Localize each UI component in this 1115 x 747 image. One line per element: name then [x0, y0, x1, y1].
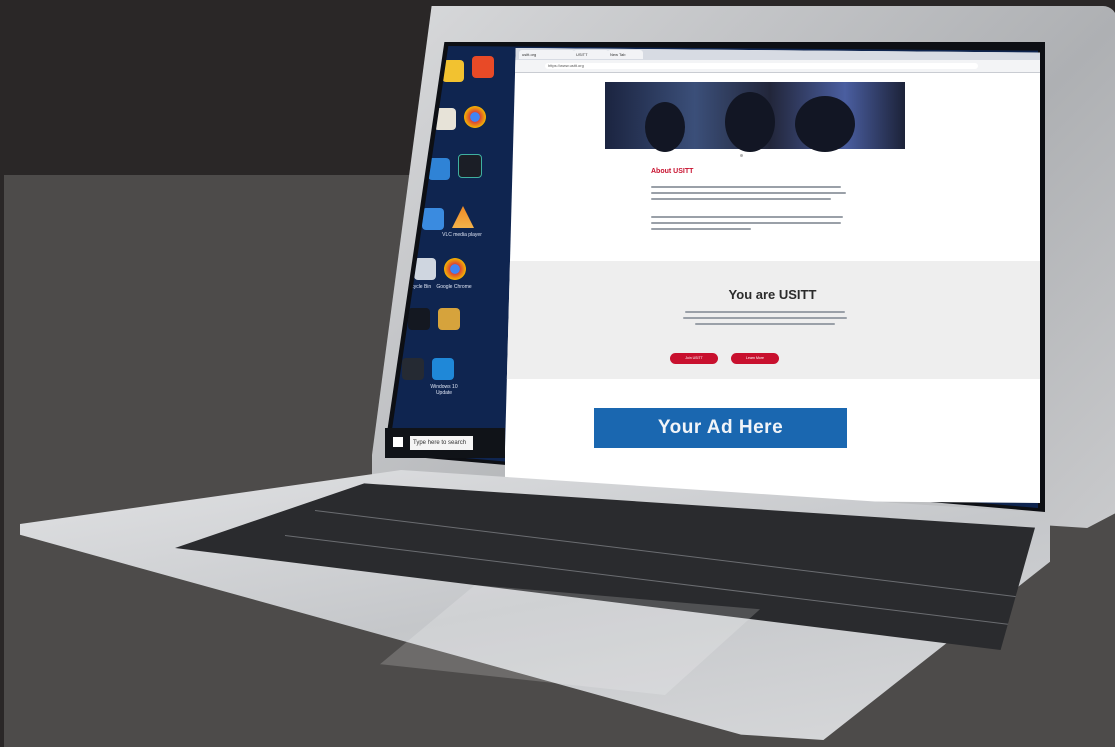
- hero-figure: [645, 102, 685, 152]
- paragraph-line: [651, 222, 841, 224]
- section-title: You are USITT: [728, 287, 817, 302]
- recycle-bin-icon[interactable]: [414, 258, 436, 280]
- hero-figure: [725, 92, 775, 152]
- desktop-app-icon[interactable]: [472, 56, 494, 78]
- hero-image: [605, 82, 905, 152]
- desktop-icon-label: Windows 10 Update: [430, 384, 458, 396]
- browser-tab[interactable]: usitt.org: [519, 50, 575, 59]
- paragraph-line: [685, 311, 845, 313]
- paragraph-line: [683, 317, 847, 319]
- desktop-app-icon[interactable]: [402, 358, 424, 380]
- paragraph-line: [651, 192, 846, 194]
- ad-banner[interactable]: Your Ad Here: [594, 408, 847, 448]
- desktop-icon-label: VLC media player: [442, 232, 482, 238]
- paragraph-line: [651, 198, 831, 200]
- desktop-app-icon[interactable]: [422, 208, 444, 230]
- learn-more-button[interactable]: Learn More: [731, 353, 779, 364]
- vlc-icon[interactable]: [452, 206, 474, 228]
- desktop-app-icon[interactable]: [438, 308, 460, 330]
- paragraph-line: [695, 323, 835, 325]
- desktop-icon-label: Google Chrome: [436, 284, 472, 290]
- windows-logo-icon[interactable]: [432, 358, 454, 380]
- paragraph-line: [651, 186, 841, 188]
- chrome-icon[interactable]: [444, 258, 466, 280]
- start-icon[interactable]: [393, 437, 403, 447]
- taskbar: Type here to search: [385, 428, 505, 458]
- taskbar-search[interactable]: Type here to search: [410, 436, 473, 450]
- address-bar[interactable]: https://www.usitt.org: [545, 63, 978, 69]
- join-button[interactable]: Join USITT: [670, 353, 718, 364]
- hero-figure: [795, 96, 855, 152]
- address-bar-row: https://www.usitt.org: [505, 60, 1040, 73]
- laptop: Recycle Bin Google Chrome VLC media play…: [0, 0, 1115, 747]
- carousel-indicator[interactable]: [740, 154, 743, 157]
- you-are-usitt-section: You are USITT Join USITT Learn More: [505, 261, 1040, 379]
- paragraph-line: [651, 228, 751, 230]
- about-title: About USITT: [651, 168, 694, 175]
- browser-tab[interactable]: USITT: [573, 50, 609, 59]
- desktop-app-icon[interactable]: [458, 154, 482, 178]
- browser-tab[interactable]: New Tab: [607, 50, 643, 59]
- paragraph-line: [651, 216, 843, 218]
- chrome-icon[interactable]: [464, 106, 486, 128]
- desktop-app-icon[interactable]: [408, 308, 430, 330]
- browser-window: usitt.org USITT New Tab https://www.usit…: [505, 48, 1040, 503]
